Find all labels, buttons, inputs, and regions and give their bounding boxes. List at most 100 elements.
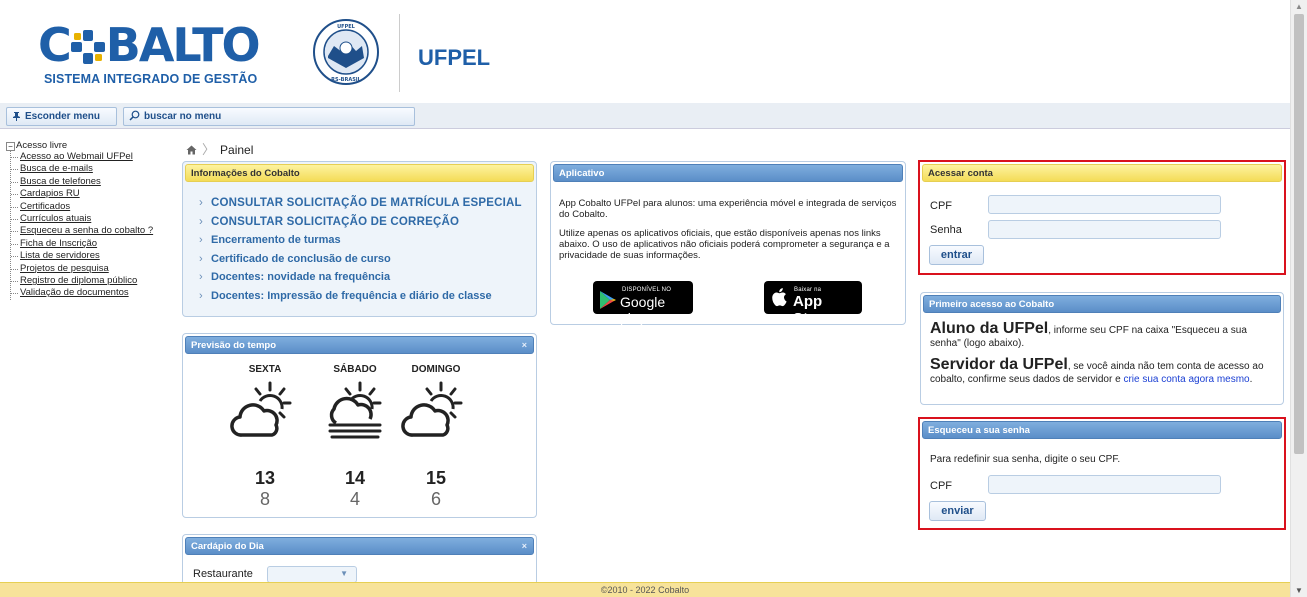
close-icon[interactable]: × — [522, 337, 527, 354]
tree-list: Acesso ao Webmail UFPel Busca de e-mails… — [10, 151, 176, 300]
weather-panel-title: Previsão do tempo — [191, 340, 276, 351]
info-item-label[interactable]: Docentes: Impressão de frequência e diár… — [211, 290, 492, 302]
sidebar-item-cardapios[interactable]: Cardapios RU — [11, 188, 176, 200]
sidebar-link[interactable]: Busca de telefones — [20, 176, 101, 187]
forgot-password-title: Esqueceu a sua senha — [922, 421, 1282, 439]
close-icon[interactable]: × — [522, 538, 527, 555]
weather-day: SEXTA 13 8 — [225, 364, 305, 510]
google-play-badge[interactable]: DISPONÍVEL NO Google play — [593, 281, 693, 326]
info-item-label[interactable]: Encerramento de turmas — [211, 234, 341, 246]
sidebar-item-registro-diploma[interactable]: Registro de diploma público — [11, 275, 176, 287]
app-description: App Cobalto UFPel para alunos: uma exper… — [559, 198, 897, 220]
sidebar-item-projetos-pesquisa[interactable]: Projetos de pesquisa — [11, 263, 176, 275]
forgot-instructions: Para redefinir sua senha, digite o seu C… — [930, 454, 1121, 465]
university-seal-icon: UFPEL RS-BRASIL — [313, 19, 379, 85]
search-icon — [129, 110, 140, 121]
sidebar-link[interactable]: Validação de documentos — [20, 287, 129, 298]
sidebar-item-busca-telefones[interactable]: Busca de telefones — [11, 176, 176, 188]
scrollbar-thumb[interactable] — [1294, 14, 1304, 454]
search-menu-placeholder: buscar no menu — [144, 111, 222, 122]
info-item[interactable]: › Encerramento de turmas — [199, 231, 536, 250]
sidebar-item-lista-servidores[interactable]: Lista de servidores — [11, 250, 176, 262]
weather-day-name: SEXTA — [248, 364, 282, 375]
cpf-input[interactable] — [988, 195, 1221, 214]
weather-min: 4 — [349, 489, 360, 509]
scroll-up-icon[interactable]: ▲ — [1295, 2, 1303, 11]
fog-sun-icon — [328, 381, 382, 439]
sidebar-link[interactable]: Acesso ao Webmail UFPel — [20, 151, 133, 162]
google-play-icon — [600, 291, 616, 309]
svg-text:RS-BRASIL: RS-BRASIL — [331, 77, 362, 83]
info-item[interactable]: › Docentes: novidade na frequência — [199, 268, 536, 287]
pin-icon — [13, 112, 20, 121]
sidebar-item-busca-emails[interactable]: Busca de e-mails — [11, 163, 176, 175]
sidebar-item-ficha-inscricao[interactable]: Ficha de Inscrição — [11, 238, 176, 250]
send-button[interactable]: enviar — [929, 501, 986, 521]
sidebar-item-curriculos[interactable]: Currículos atuais — [11, 213, 176, 225]
cpf-label: CPF — [930, 200, 952, 212]
sidebar-link[interactable]: Cardapios RU — [20, 188, 80, 199]
info-list: › CONSULTAR SOLICITAÇÃO DE MATRÍCULA ESPE… — [183, 184, 536, 306]
info-item[interactable]: › CONSULTAR SOLICITAÇÃO DE MATRÍCULA ESPE… — [199, 194, 536, 213]
app-panel-body: App Cobalto UFPel para alunos: uma exper… — [551, 184, 905, 261]
senha-input[interactable] — [988, 220, 1221, 239]
sidebar-link[interactable]: Projetos de pesquisa — [20, 263, 109, 274]
info-item[interactable]: › Docentes: Impressão de frequência e diá… — [199, 287, 536, 306]
cobalto-logo-wordmark: C BALTO — [38, 18, 261, 72]
forgot-password-panel: Esqueceu a sua senha Para redefinir sua … — [918, 417, 1286, 530]
sidebar-link[interactable]: Busca de e-mails — [20, 163, 93, 174]
sidebar-item-esqueceu-senha[interactable]: Esqueceu a senha do cobalto ? — [11, 225, 176, 237]
collapse-icon[interactable]: − — [6, 142, 15, 151]
scroll-down-icon[interactable]: ▼ — [1295, 586, 1303, 595]
servidor-heading: Servidor da UFPel — [930, 356, 1068, 373]
chevron-right-icon: › — [199, 234, 203, 247]
app-store-badge[interactable]: Baixar na App Store — [764, 281, 862, 327]
info-panel-title: Informações do Cobalto — [185, 164, 534, 182]
info-item-label[interactable]: Certificado de conclusão de curso — [211, 253, 391, 265]
weather-panel: Previsão do tempo × SEXTA 13 8 SÁBADO 14 … — [182, 333, 537, 518]
sidebar-item-webmail[interactable]: Acesso ao Webmail UFPel — [11, 151, 176, 163]
app-panel: Aplicativo App Cobalto UFPel para alunos… — [550, 161, 906, 327]
cardapio-panel-header: Cardápio do Dia × — [185, 537, 534, 555]
cobalto-logo[interactable]: C BALTO SISTEMA INTEGRADO DE GESTÃO — [38, 18, 261, 86]
forgot-cpf-input[interactable] — [988, 475, 1221, 494]
search-menu-input[interactable]: buscar no menu — [123, 107, 415, 126]
cardapio-panel-title: Cardápio do Dia — [191, 541, 264, 552]
sidebar-link[interactable]: Lista de servidores — [20, 250, 100, 261]
first-access-title: Primeiro acesso ao Cobalto — [923, 295, 1281, 313]
university-name: UFPEL — [418, 45, 491, 70]
app-panel-title: Aplicativo — [553, 164, 903, 182]
restaurant-select[interactable]: ▼ — [267, 566, 357, 583]
info-item-label[interactable]: CONSULTAR SOLICITAÇÃO DE MATRÍCULA ESPEC… — [211, 197, 522, 209]
info-item[interactable]: › CONSULTAR SOLICITAÇÃO DE CORREÇÃO — [199, 213, 536, 232]
sidebar-link[interactable]: Certificados — [20, 201, 70, 212]
breadcrumb: 〉 Painel — [186, 139, 254, 157]
servidor-end: . — [1249, 374, 1253, 385]
first-access-panel: Primeiro acesso ao Cobalto Aluno da UFPe… — [920, 292, 1284, 405]
info-panel: Informações do Cobalto › CONSULTAR SOLICI… — [182, 161, 537, 317]
login-button[interactable]: entrar — [929, 245, 984, 265]
login-panel: Acessar conta CPF Senha entrar — [918, 160, 1286, 275]
sidebar-item-validacao[interactable]: Validação de documentos — [11, 287, 176, 299]
sidebar-link[interactable]: Esqueceu a senha do cobalto ? — [20, 225, 153, 236]
aluno-paragraph: Aluno da UFPel, informe seu CPF na caixa… — [930, 321, 1274, 350]
sidebar-link[interactable]: Registro de diploma público — [20, 275, 137, 286]
weather-max: 13 — [254, 468, 276, 488]
weather-day: DOMINGO 15 6 — [396, 364, 476, 510]
create-account-link[interactable]: crie sua conta agora mesmo — [1123, 374, 1249, 385]
weather-min: 6 — [430, 489, 441, 509]
tree-root-acesso-livre[interactable]: − Acesso livre — [6, 140, 176, 151]
sidebar-link[interactable]: Currículos atuais — [20, 213, 91, 224]
sidebar-link[interactable]: Ficha de Inscrição — [20, 238, 97, 249]
page-header: C BALTO SISTEMA INTEGRADO DE GESTÃO UFPEL… — [0, 0, 1290, 103]
hide-menu-button[interactable]: Esconder menu — [6, 107, 117, 126]
info-item[interactable]: › Certificado de conclusão de curso — [199, 250, 536, 269]
breadcrumb-current: Painel — [220, 143, 254, 157]
info-item-label[interactable]: CONSULTAR SOLICITAÇÃO DE CORREÇÃO — [211, 216, 459, 228]
breadcrumb-separator: 〉 — [202, 142, 216, 157]
info-item-label[interactable]: Docentes: novidade na frequência — [211, 271, 390, 283]
sidebar-item-certificados[interactable]: Certificados — [11, 201, 176, 213]
vertical-scrollbar[interactable]: ▲ ▼ — [1290, 0, 1307, 597]
svg-text:UFPEL: UFPEL — [337, 24, 356, 30]
home-icon[interactable] — [186, 145, 197, 155]
